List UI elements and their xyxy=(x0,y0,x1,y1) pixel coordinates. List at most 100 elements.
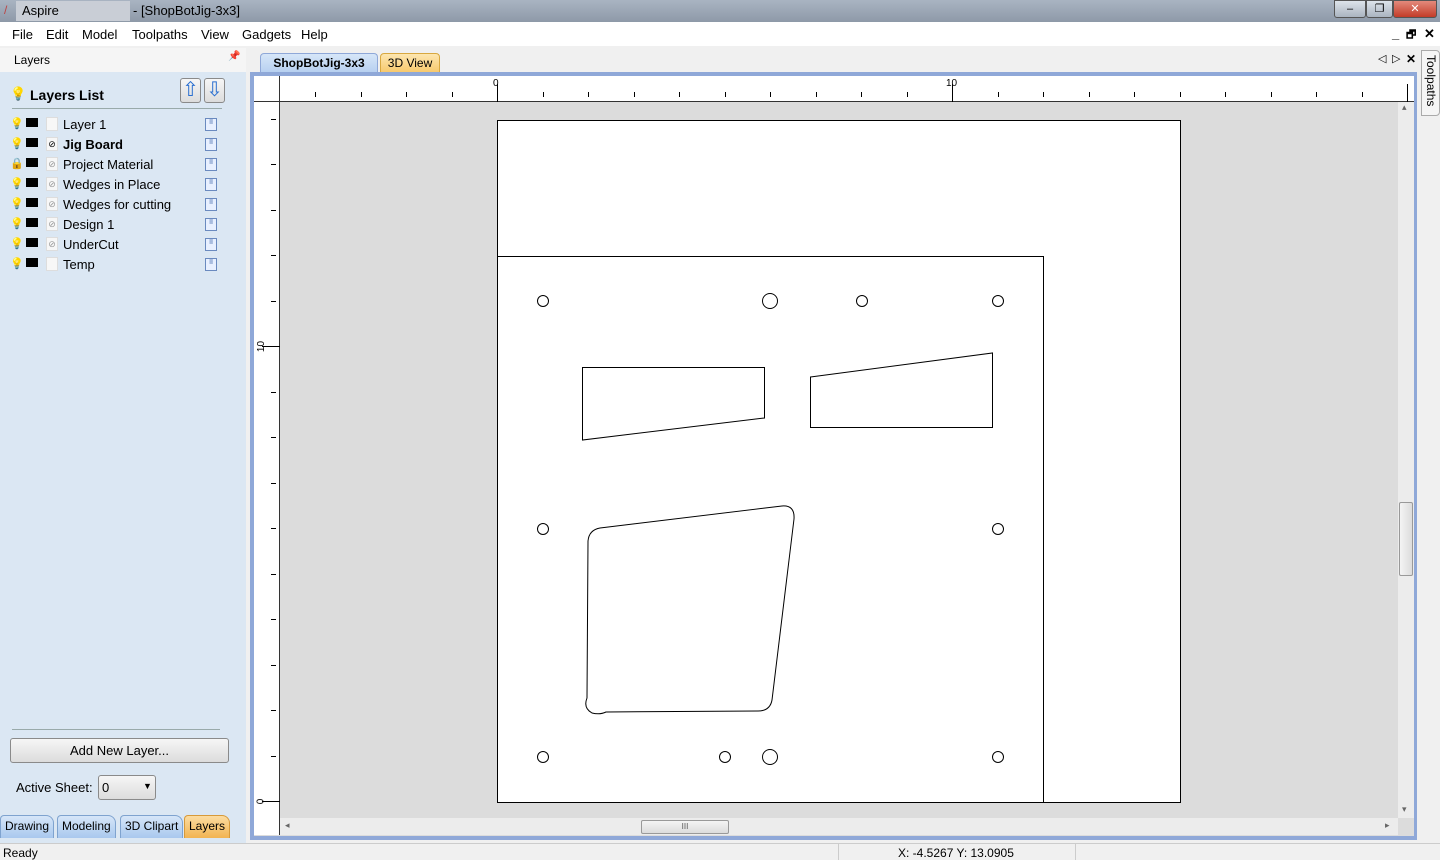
visibility-bulb-icon[interactable]: 💡 xyxy=(10,257,24,270)
layer-vectors-icon: ⊘ xyxy=(46,177,58,191)
menu-view[interactable]: View xyxy=(201,27,229,42)
layers-panel-header: Layers 📌 xyxy=(0,48,246,72)
visibility-bulb-icon[interactable]: 💡 xyxy=(10,197,24,210)
jig-board-rect[interactable] xyxy=(497,256,1044,803)
visibility-bulb-icon[interactable]: 💡 xyxy=(10,217,24,230)
tab-shopbotjig[interactable]: ShopBotJig-3x3 xyxy=(260,53,378,73)
menu-help[interactable]: Help xyxy=(301,27,328,42)
tab-3d-view[interactable]: 3D View xyxy=(380,53,440,73)
ruler-tick xyxy=(271,391,276,393)
layer-properties-icon[interactable]: ≡ ≡ xyxy=(205,257,217,271)
layer-color-icon[interactable] xyxy=(26,118,38,127)
tab-modeling[interactable]: Modeling xyxy=(57,815,116,838)
menu-gadgets[interactable]: Gadgets xyxy=(242,27,291,42)
tab-close-icon[interactable]: ✕ xyxy=(1406,52,1416,66)
layer-properties-icon[interactable]: ≡ ≡ xyxy=(205,197,217,211)
title-bar: / Aspire - [ShopBotJig-3x3] – ❐ ✕ xyxy=(0,0,1440,22)
layer-name[interactable]: UnderCut xyxy=(63,237,119,252)
scroll-left-icon[interactable]: ◂ xyxy=(285,820,290,831)
layer-row[interactable]: 🔒 ⊘ Project Material ≡ ≡ xyxy=(0,155,246,175)
layer-color-icon[interactable] xyxy=(26,178,38,187)
menu-toolpaths[interactable]: Toolpaths xyxy=(132,27,188,42)
mdi-close-button[interactable]: ✕ xyxy=(1424,26,1435,42)
layer-name[interactable]: Layer 1 xyxy=(63,117,106,132)
pin-icon[interactable]: 📌 xyxy=(228,51,240,62)
tab-layers[interactable]: Layers xyxy=(184,815,231,838)
chevron-down-icon: ▼ xyxy=(143,781,152,791)
layer-properties-icon[interactable]: ≡ ≡ xyxy=(205,177,217,191)
status-bar: Ready X: -4.5267 Y: 13.0905 xyxy=(0,843,1440,860)
divider xyxy=(12,729,220,730)
restore-button[interactable]: ❐ xyxy=(1366,0,1393,18)
toolpaths-side-tab[interactable]: Toolpaths xyxy=(1421,50,1440,116)
scroll-right-icon[interactable]: ▸ xyxy=(1385,820,1390,831)
visibility-bulb-icon[interactable]: 💡 xyxy=(10,237,24,250)
v-ruler-label-10: 10 xyxy=(256,340,268,353)
ruler-tick xyxy=(271,300,276,302)
layer-color-icon[interactable] xyxy=(26,138,38,147)
tab-next-icon[interactable]: ▷ xyxy=(1392,52,1400,65)
layer-vectors-icon: ⊘ xyxy=(46,137,58,151)
tab-3d-clipart[interactable]: 3D Clipart xyxy=(120,815,184,838)
layer-color-icon[interactable] xyxy=(26,158,38,167)
tab-drawing[interactable]: Drawing xyxy=(0,815,55,838)
layer-row[interactable]: 💡 Temp ≡ ≡ xyxy=(0,255,246,275)
active-sheet-select[interactable]: 0 ▼ xyxy=(98,775,156,800)
visibility-bulb-icon[interactable]: 💡 xyxy=(10,137,24,150)
layer-properties-icon[interactable]: ≡ ≡ xyxy=(205,117,217,131)
tab-prev-icon[interactable]: ◁ xyxy=(1378,52,1386,65)
ruler-tick xyxy=(815,92,817,97)
layer-name[interactable]: Wedges for cutting xyxy=(63,197,171,212)
layer-name[interactable]: Wedges in Place xyxy=(63,177,160,192)
vertical-scroll-thumb[interactable] xyxy=(1399,502,1413,576)
menu-model[interactable]: Model xyxy=(82,27,117,42)
minimize-button[interactable]: – xyxy=(1334,0,1366,18)
layer-properties-icon[interactable]: ≡ ≡ xyxy=(205,137,217,151)
menu-file[interactable]: File xyxy=(12,27,33,42)
layer-properties-icon[interactable]: ≡ ≡ xyxy=(205,237,217,251)
layer-row[interactable]: 💡 ⊘ Jig Board ≡ ≡ xyxy=(0,135,246,155)
mdi-minimize-button[interactable]: _ xyxy=(1392,26,1399,41)
layer-color-icon[interactable] xyxy=(26,238,38,247)
close-button[interactable]: ✕ xyxy=(1393,0,1437,18)
horizontal-scrollbar[interactable]: ◂ III ▸ xyxy=(280,818,1398,835)
toolpaths-tab-label: Toolpaths xyxy=(1424,55,1438,107)
menu-edit[interactable]: Edit xyxy=(46,27,68,42)
app-name: Aspire xyxy=(22,3,59,18)
ruler-tick xyxy=(271,573,276,575)
layers-panel-title: Layers xyxy=(14,53,51,67)
locked-visibility-icon[interactable]: 🔒 xyxy=(10,157,24,170)
visibility-bulb-icon[interactable]: 💡 xyxy=(10,117,24,130)
scroll-up-icon[interactable]: ▴ xyxy=(1402,102,1407,113)
add-new-layer-button[interactable]: Add New Layer... xyxy=(10,738,229,763)
menu-bar: File Edit Model Toolpaths View Gadgets H… xyxy=(0,22,1440,46)
layer-row[interactable]: 💡 ⊘ Wedges in Place ≡ ≡ xyxy=(0,175,246,195)
layer-row[interactable]: 💡 ⊘ Wedges for cutting ≡ ≡ xyxy=(0,195,246,215)
move-layer-down-button[interactable]: ⇩ xyxy=(204,78,225,103)
layer-row[interactable]: 💡 ⊘ Design 1 ≡ ≡ xyxy=(0,215,246,235)
scroll-down-icon[interactable]: ▾ xyxy=(1402,804,1407,815)
layer-color-icon[interactable] xyxy=(26,218,38,227)
ruler-tick xyxy=(360,92,362,97)
visibility-bulb-icon[interactable]: 💡 xyxy=(10,177,24,190)
horizontal-scroll-thumb[interactable]: III xyxy=(641,820,729,834)
layer-row[interactable]: 💡 Layer 1 ≡ ≡ xyxy=(0,115,246,135)
layer-color-icon[interactable] xyxy=(26,198,38,207)
ruler-tick xyxy=(633,92,635,97)
drawing-area[interactable] xyxy=(280,103,1398,818)
ruler-tick xyxy=(1134,92,1135,97)
layer-name[interactable]: Project Material xyxy=(63,157,153,172)
layer-name[interactable]: Jig Board xyxy=(63,137,123,152)
mdi-restore-button[interactable]: 🗗 xyxy=(1406,26,1416,45)
layer-name[interactable]: Design 1 xyxy=(63,217,114,232)
h-ruler-label-0: 0 xyxy=(493,78,499,89)
layer-properties-icon[interactable]: ≡ ≡ xyxy=(205,157,217,171)
layer-properties-icon[interactable]: ≡ ≡ xyxy=(205,217,217,231)
vertical-scrollbar[interactable]: ▴ ▾ xyxy=(1398,102,1414,818)
layer-color-icon[interactable] xyxy=(26,258,38,267)
ruler-tick xyxy=(271,482,276,484)
layer-row[interactable]: 💡 ⊘ UnderCut ≡ ≡ xyxy=(0,235,246,255)
layer-vectors-icon: ⊘ xyxy=(46,237,58,251)
move-layer-up-button[interactable]: ⇧ xyxy=(180,78,201,103)
layer-name[interactable]: Temp xyxy=(63,257,95,272)
